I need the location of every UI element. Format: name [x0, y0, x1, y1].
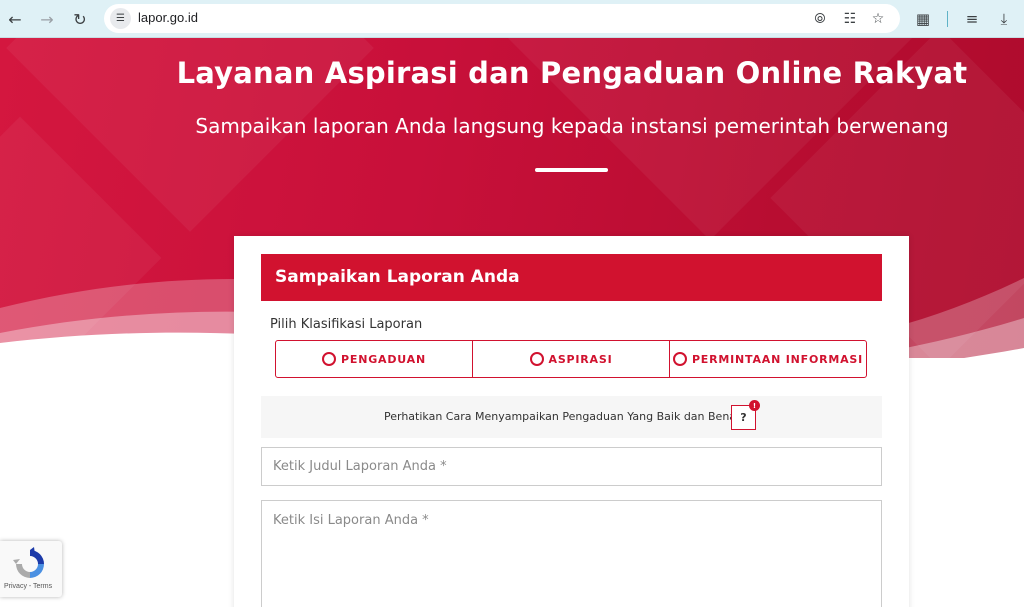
- reading-list-icon[interactable]: ≡: [961, 8, 983, 30]
- option-label: PERMINTAAN INFORMASI: [691, 352, 864, 366]
- option-permintaan-informasi[interactable]: PERMINTAAN INFORMASI: [670, 341, 866, 377]
- classification-label: Pilih Klasifikasi Laporan: [270, 317, 423, 332]
- toolbar-divider: [947, 11, 948, 27]
- hero-divider: [535, 168, 608, 172]
- location-off-icon[interactable]: ⦾: [810, 9, 830, 29]
- hero-subtitle: Sampaikan laporan Anda langsung kepada i…: [195, 114, 949, 138]
- back-icon[interactable]: ←: [4, 8, 26, 30]
- report-body-textarea[interactable]: [261, 500, 882, 607]
- report-title-input[interactable]: [261, 447, 882, 486]
- option-pengaduan[interactable]: PENGADUAN: [276, 341, 473, 377]
- download-icon[interactable]: ⤓: [993, 8, 1015, 30]
- browser-toolbar: ← → ↻ ☰ lapor.go.id ⦾ ☷ ☆ ▦ ≡ ⤓: [0, 0, 1024, 38]
- form-header: Sampaikan Laporan Anda: [261, 254, 882, 301]
- recaptcha-icon: [13, 547, 44, 578]
- notice-text: Perhatikan Cara Menyampaikan Pengaduan Y…: [384, 410, 741, 423]
- site-info-icon[interactable]: ☰: [110, 8, 131, 29]
- form-title: Sampaikan Laporan Anda: [275, 267, 520, 287]
- address-bar[interactable]: ☰ lapor.go.id ⦾ ☷ ☆: [104, 4, 900, 33]
- notice-bar: Perhatikan Cara Menyampaikan Pengaduan Y…: [261, 396, 882, 438]
- report-form-card: Sampaikan Laporan Anda Pilih Klasifikasi…: [234, 236, 909, 607]
- extensions-icon[interactable]: ▦: [912, 8, 934, 30]
- radio-icon[interactable]: [322, 352, 337, 366]
- recaptcha-badge[interactable]: Privacy - Terms: [0, 541, 62, 597]
- radio-icon[interactable]: [529, 352, 544, 366]
- help-badge: !: [749, 400, 760, 411]
- reload-icon[interactable]: ↻: [69, 8, 91, 30]
- classification-group: PENGADUAN ASPIRASI PERMINTAAN INFORMASI: [275, 340, 867, 378]
- url-text[interactable]: lapor.go.id: [138, 10, 198, 25]
- option-aspirasi[interactable]: ASPIRASI: [473, 341, 670, 377]
- option-label: PENGADUAN: [341, 352, 426, 366]
- option-label: ASPIRASI: [548, 352, 613, 366]
- translate-icon[interactable]: ☷: [840, 9, 860, 29]
- help-button[interactable]: ? !: [731, 400, 760, 430]
- radio-icon[interactable]: [672, 352, 687, 366]
- help-label: ?: [740, 411, 747, 424]
- forward-icon[interactable]: →: [36, 8, 58, 30]
- recaptcha-links[interactable]: Privacy - Terms: [4, 583, 52, 590]
- hero-title: Layanan Aspirasi dan Pengaduan Online Ra…: [176, 56, 968, 90]
- bookmark-star-icon[interactable]: ☆: [868, 9, 888, 29]
